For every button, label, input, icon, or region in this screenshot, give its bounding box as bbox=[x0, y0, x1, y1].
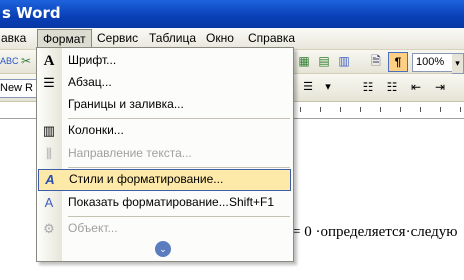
menu-help[interactable]: Справка bbox=[243, 29, 300, 47]
styles-icon: A bbox=[45, 172, 55, 187]
line-spacing-arrow-icon[interactable]: ▾ bbox=[320, 79, 336, 95]
menu-separator bbox=[68, 216, 290, 217]
reveal-formatting-icon: A bbox=[44, 195, 54, 210]
title-bar: s Word bbox=[0, 0, 464, 28]
increase-indent-icon[interactable]: ⇥ bbox=[432, 79, 448, 95]
menu-item-borders[interactable]: Границы и заливка... bbox=[37, 94, 293, 116]
menu-table[interactable]: Таблица bbox=[144, 29, 201, 47]
excel-icon[interactable]: ▤ bbox=[316, 53, 332, 69]
menu-item-paragraph[interactable]: ☰ Абзац... bbox=[37, 72, 293, 94]
menu-item-styles-formatting[interactable]: A Стили и форматирование... bbox=[38, 169, 291, 191]
document-map-icon[interactable]: 🗎 bbox=[368, 53, 384, 69]
decrease-indent-icon[interactable]: ⇤ bbox=[408, 79, 424, 95]
object-icon: ⚙ bbox=[43, 221, 55, 236]
numbering-icon[interactable]: ☷ bbox=[360, 79, 376, 95]
columns-toolbar-icon[interactable]: ▥ bbox=[336, 53, 352, 69]
menu-item-text-direction: ⫼ Направление текста... bbox=[37, 143, 293, 165]
menu-item-font[interactable]: A Шрифт... bbox=[37, 50, 293, 72]
show-formatting-button[interactable]: ¶ bbox=[388, 52, 408, 72]
zoom-dropdown-arrow[interactable]: ▾ bbox=[452, 53, 464, 74]
menu-item-columns[interactable]: ▥ Колонки... bbox=[37, 120, 293, 142]
table-icon[interactable]: ▦ bbox=[296, 53, 312, 69]
menu-format[interactable]: Формат bbox=[37, 29, 92, 49]
font-icon: A bbox=[43, 53, 55, 69]
zoom-box[interactable]: 100% bbox=[412, 53, 457, 72]
bullets-icon[interactable]: ☷ bbox=[384, 79, 400, 95]
menu-item-object: ⚙ Объект... bbox=[37, 218, 293, 240]
columns-icon: ▥ bbox=[42, 123, 56, 138]
menu-window[interactable]: Окно bbox=[201, 29, 239, 47]
menu-separator bbox=[68, 167, 290, 168]
menu-tools[interactable]: Сервис bbox=[92, 29, 143, 47]
text-direction-icon: ⫼ bbox=[46, 146, 52, 161]
format-menu: A Шрифт... ☰ Абзац... Границы и заливка.… bbox=[36, 47, 294, 262]
menu-item-reveal-formatting[interactable]: A Показать форматирование... Shift+F1 bbox=[37, 192, 293, 214]
research-icon[interactable]: ✂ bbox=[18, 53, 34, 69]
font-name-box[interactable]: New R bbox=[0, 79, 37, 98]
expand-menu-chevron-icon[interactable]: ⌄ bbox=[155, 241, 171, 257]
line-spacing-icon[interactable]: ☰ bbox=[300, 79, 316, 95]
window-title: s Word bbox=[2, 4, 61, 22]
menu-insert[interactable]: авка bbox=[0, 29, 31, 47]
menu-separator bbox=[68, 118, 290, 119]
document-text: = 0 ·определяется·следую bbox=[292, 224, 458, 240]
spelling-icon[interactable]: ABC bbox=[0, 53, 19, 69]
paragraph-icon: ☰ bbox=[43, 75, 55, 90]
